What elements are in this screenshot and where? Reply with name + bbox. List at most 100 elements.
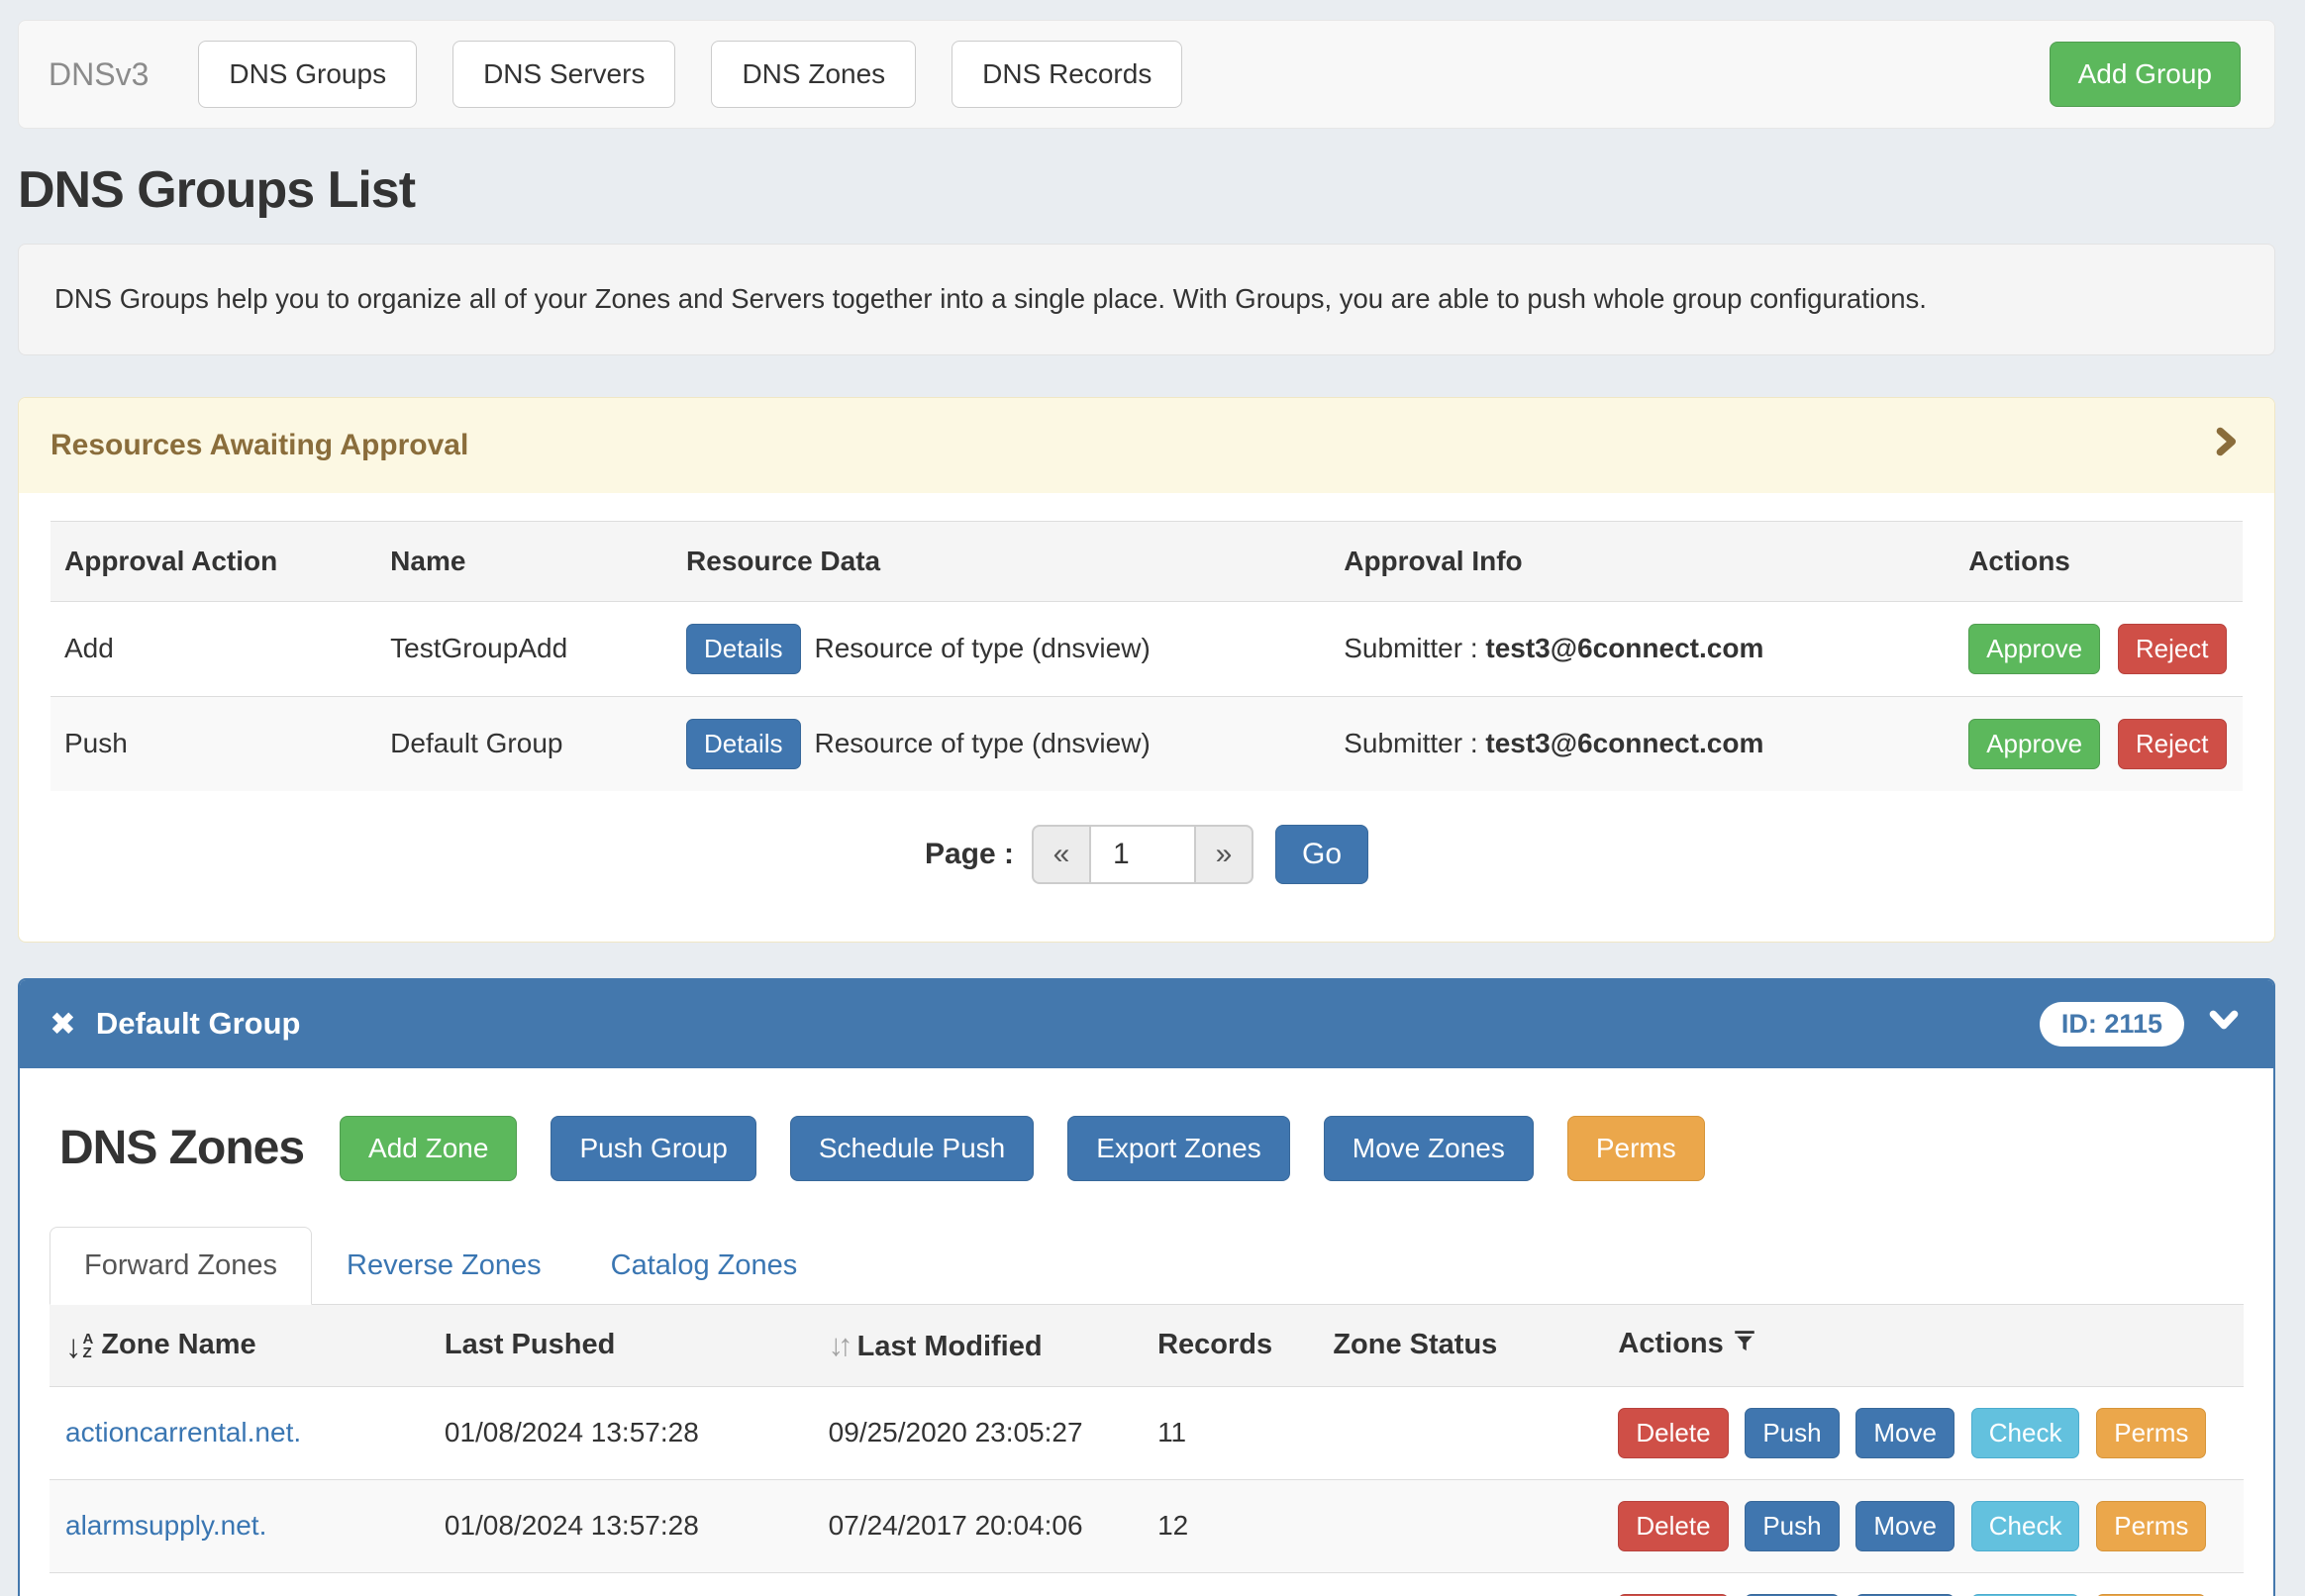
perms-button[interactable]: Perms xyxy=(1567,1116,1705,1181)
submitter-email: test3@6connect.com xyxy=(1485,633,1763,663)
zones-header-row: ↓AZZone Name Last Pushed ↓↑Last Modified… xyxy=(50,1305,2244,1387)
group-id-badge: ID: 2115 xyxy=(2040,1002,2184,1047)
zone-tabs: Forward Zones Reverse Zones Catalog Zone… xyxy=(50,1227,2244,1305)
page-number-input[interactable] xyxy=(1089,825,1196,884)
submitter-label: Submitter : xyxy=(1344,728,1477,758)
page-label: Page : xyxy=(925,838,1014,871)
reject-button[interactable]: Reject xyxy=(2118,624,2227,674)
submitter-email: test3@6connect.com xyxy=(1485,728,1763,758)
zone-move-button[interactable]: Move xyxy=(1855,1408,1954,1458)
group-panel: ✖ Default Group ID: 2115 DNS Zones Add Z… xyxy=(18,978,2275,1596)
chevron-down-icon[interactable] xyxy=(2204,1003,2244,1045)
move-zones-button[interactable]: Move Zones xyxy=(1324,1116,1534,1181)
details-button[interactable]: Details xyxy=(686,624,800,674)
col-last-pushed[interactable]: Last Pushed xyxy=(445,1305,829,1387)
resource-data-text: Resource of type (dnsview) xyxy=(815,728,1151,759)
export-zones-button[interactable]: Export Zones xyxy=(1067,1116,1290,1181)
zone-check-button[interactable]: Check xyxy=(1971,1408,2080,1458)
page-go-button[interactable]: Go xyxy=(1275,825,1368,884)
top-navbar: DNSv3 DNS Groups DNS Servers DNS Zones D… xyxy=(18,20,2275,129)
approval-action-value: Push xyxy=(50,696,390,791)
zone-move-button[interactable]: Move xyxy=(1855,1501,1954,1551)
zone-check-button[interactable]: Check xyxy=(1971,1501,2080,1551)
zone-perms-button[interactable]: Perms xyxy=(2096,1501,2206,1551)
col-approval-action: Approval Action xyxy=(50,521,390,601)
approval-panel: Resources Awaiting Approval Approval Act… xyxy=(18,397,2275,943)
col-zone-name[interactable]: ↓AZZone Name xyxy=(50,1305,445,1387)
sort-updown-icon[interactable]: ↓↑ xyxy=(829,1328,848,1362)
nav-dns-zones-button[interactable]: DNS Zones xyxy=(711,41,916,108)
group-panel-body: DNS Zones Add Zone Push Group Schedule P… xyxy=(20,1068,2273,1596)
approval-table: Approval Action Name Resource Data Appro… xyxy=(50,521,2243,791)
col-actions: Actions xyxy=(1968,521,2243,601)
last-modified-value: 09/25/2020 23:05:27 xyxy=(829,1386,1157,1479)
details-button[interactable]: Details xyxy=(686,719,800,769)
last-pushed-value: 01/08/2024 13:57:28 xyxy=(445,1386,829,1479)
approval-row: Add TestGroupAdd Details Resource of typ… xyxy=(50,601,2243,696)
group-panel-heading[interactable]: ✖ Default Group ID: 2115 xyxy=(20,980,2273,1068)
zone-name-link[interactable]: actioncarrental.net. xyxy=(65,1417,301,1447)
col-records[interactable]: Records xyxy=(1157,1305,1333,1387)
col-name: Name xyxy=(390,521,686,601)
add-zone-button[interactable]: Add Zone xyxy=(340,1116,517,1181)
approval-action-value: Add xyxy=(50,601,390,696)
col-zone-actions[interactable]: Actions xyxy=(1618,1305,2244,1387)
approve-button[interactable]: Approve xyxy=(1968,624,2100,674)
zone-push-button[interactable]: Push xyxy=(1745,1501,1839,1551)
page-next-button[interactable]: » xyxy=(1196,825,1253,884)
last-pushed-value: 01/08/2024 13:57:35 xyxy=(445,1572,829,1596)
records-value: 9 xyxy=(1157,1572,1333,1596)
zone-delete-button[interactable]: Delete xyxy=(1618,1501,1728,1551)
submitter-label: Submitter : xyxy=(1344,633,1477,663)
approval-header-row: Approval Action Name Resource Data Appro… xyxy=(50,521,2243,601)
zone-delete-button[interactable]: Delete xyxy=(1618,1408,1728,1458)
page-description: DNS Groups help you to organize all of y… xyxy=(18,244,2275,355)
col-approval-info: Approval Info xyxy=(1344,521,1968,601)
resource-data-text: Resource of type (dnsview) xyxy=(815,633,1151,664)
approval-name-value: Default Group xyxy=(390,696,686,791)
zone-row: allvalleyas.com. 01/08/2024 13:57:35 01/… xyxy=(50,1572,2244,1596)
nav-dns-records-button[interactable]: DNS Records xyxy=(952,41,1182,108)
push-group-button[interactable]: Push Group xyxy=(551,1116,755,1181)
tab-forward-zones[interactable]: Forward Zones xyxy=(50,1227,312,1305)
col-last-modified[interactable]: ↓↑Last Modified xyxy=(829,1305,1157,1387)
approve-button[interactable]: Approve xyxy=(1968,719,2100,769)
page-title: DNS Groups List xyxy=(18,160,2275,220)
last-pushed-value: 01/08/2024 13:57:28 xyxy=(445,1479,829,1572)
zone-name-link[interactable]: alarmsupply.net. xyxy=(65,1510,266,1541)
close-icon[interactable]: ✖ xyxy=(50,1008,76,1040)
reject-button[interactable]: Reject xyxy=(2118,719,2227,769)
zone-status-value xyxy=(1333,1386,1618,1479)
nav-dns-servers-button[interactable]: DNS Servers xyxy=(452,41,675,108)
col-zone-status[interactable]: Zone Status xyxy=(1333,1305,1618,1387)
sort-alpha-icon[interactable]: ↓AZ xyxy=(65,1333,93,1360)
last-modified-value: 01/03/2024 19:10:17 xyxy=(829,1572,1157,1596)
page-prev-button[interactable]: « xyxy=(1032,825,1089,884)
nav-dns-groups-button[interactable]: DNS Groups xyxy=(198,41,417,108)
zone-perms-button[interactable]: Perms xyxy=(2096,1408,2206,1458)
zones-table: ↓AZZone Name Last Pushed ↓↑Last Modified… xyxy=(50,1305,2244,1596)
page-container: DNSv3 DNS Groups DNS Servers DNS Zones D… xyxy=(18,20,2275,1596)
chevron-right-icon[interactable] xyxy=(2209,423,2243,468)
zone-status-value xyxy=(1333,1479,1618,1572)
add-group-button[interactable]: Add Group xyxy=(2050,42,2241,107)
schedule-push-button[interactable]: Schedule Push xyxy=(790,1116,1034,1181)
group-panel-title: Default Group xyxy=(96,1006,301,1042)
approval-panel-heading[interactable]: Resources Awaiting Approval xyxy=(19,398,2274,493)
zone-row: actioncarrental.net. 01/08/2024 13:57:28… xyxy=(50,1386,2244,1479)
approval-name-value: TestGroupAdd xyxy=(390,601,686,696)
zone-status-value xyxy=(1333,1572,1618,1596)
tab-catalog-zones[interactable]: Catalog Zones xyxy=(576,1227,833,1305)
records-value: 11 xyxy=(1157,1386,1333,1479)
last-modified-value: 07/24/2017 20:04:06 xyxy=(829,1479,1157,1572)
approval-panel-title: Resources Awaiting Approval xyxy=(50,429,468,462)
zone-row: alarmsupply.net. 01/08/2024 13:57:28 07/… xyxy=(50,1479,2244,1572)
app-brand: DNSv3 xyxy=(49,56,149,93)
zone-push-button[interactable]: Push xyxy=(1745,1408,1839,1458)
tab-reverse-zones[interactable]: Reverse Zones xyxy=(312,1227,576,1305)
approval-row: Push Default Group Details Resource of t… xyxy=(50,696,2243,791)
filter-icon[interactable] xyxy=(1732,1330,1757,1361)
approval-panel-body: Approval Action Name Resource Data Appro… xyxy=(19,493,2274,942)
zones-toolbar: DNS Zones Add Zone Push Group Schedule P… xyxy=(59,1116,2244,1181)
approval-pagination: Page : « » Go xyxy=(50,825,2243,884)
